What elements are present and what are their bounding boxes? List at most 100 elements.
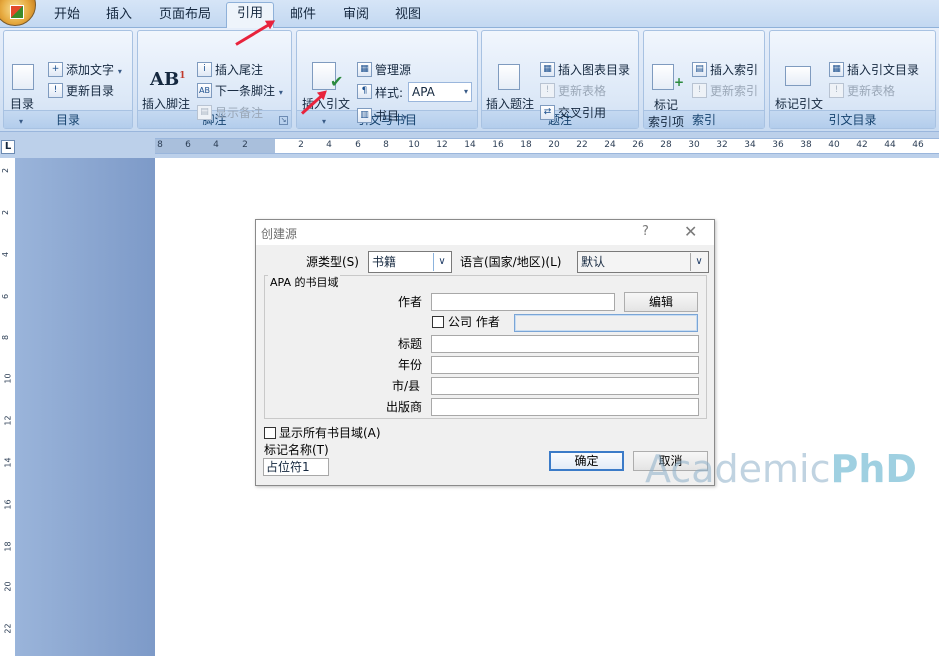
style-icon: ¶ [357,84,372,99]
ruler-tick-label: 32 [716,140,728,150]
update-toc-icon: ! [48,83,63,98]
plus-icon: + [674,75,685,89]
ruler-tick-label: 24 [604,140,616,150]
ruler-tick-label: 8 [157,140,163,150]
source-type-select[interactable]: 书籍 ∨ [368,251,452,273]
tab-page-layout[interactable]: 页面布局 [152,6,218,28]
toc-icon [12,64,34,90]
bibliography-fields-legend: APA 的书目域 [268,274,341,290]
title-input[interactable] [431,335,699,353]
year-input[interactable] [431,356,699,374]
year-label: 年份 [398,358,423,372]
create-source-dialog: 创建源 ? ✕ 源类型(S) 书籍 ∨ 语言(国家/地区)(L) 默认 ∨ AP… [255,219,715,486]
corporate-author-input[interactable] [514,314,698,332]
update-index-button[interactable]: 更新索引 [710,83,758,99]
chevron-down-icon: ∨ [690,253,707,271]
vertical-ruler[interactable]: 2 2 4 6 8 10 12 14 16 18 20 22 [0,158,16,656]
add-text-button[interactable]: 添加文字 ▾ [66,62,122,80]
insert-toa-button[interactable]: 插入引文目录 [847,62,919,78]
ruler-tick-label: 20 [548,140,560,150]
insert-index-icon: ▤ [692,62,707,77]
tab-review[interactable]: 审阅 [334,6,378,28]
show-all-fields-checkbox[interactable] [264,427,276,439]
insert-table-of-figures-button[interactable]: 插入图表目录 [558,62,630,78]
tab-view[interactable]: 视图 [386,6,430,28]
show-notes-button[interactable]: 显示备注 [215,105,263,121]
close-icon[interactable]: ✕ [684,222,697,241]
mark-citation-icon [785,66,811,86]
ruler-tick-label: 22 [576,140,588,150]
language-select[interactable]: 默认 ∨ [577,251,709,273]
ruler-tick-label: 14 [3,457,13,468]
footnote-dialog-launcher-icon[interactable]: ↘ [279,116,288,125]
insert-endnote-button[interactable]: 插入尾注 [215,62,263,78]
ruler-tick-label: 42 [856,140,868,150]
next-footnote-button[interactable]: 下一条脚注 ▾ [215,83,283,101]
ruler-tick-label: 10 [3,373,13,384]
mark-entry-button-line2[interactable]: 索引项 [648,114,684,130]
ruler-tick-label: 4 [213,140,219,150]
insert-table-of-figures-icon: ▦ [540,62,555,77]
manage-sources-button[interactable]: 管理源 [375,62,411,78]
ruler-tick-label: 18 [3,541,13,552]
group-toc-label: 目录 [4,110,132,128]
ruler-tick-label: 4 [326,140,332,150]
corporate-author-label: 公司 作者 [448,315,500,329]
corporate-author-checkbox[interactable] [432,316,444,328]
tag-name-input[interactable]: 占位符1 [263,458,329,476]
insert-footnote-button[interactable]: 插入脚注 [142,96,190,112]
insert-caption-icon [498,64,520,90]
city-label: 市/县 [392,379,421,393]
insert-caption-button[interactable]: 插入题注 [486,96,534,112]
update-table-button[interactable]: 更新表格 [558,83,606,99]
chevron-down-icon: ∨ [433,253,450,271]
tag-name-label: 标记名称(T) [264,443,329,457]
author-input[interactable] [431,293,615,311]
update-toa-icon: ! [829,83,844,98]
ruler-tick-label: 34 [744,140,756,150]
tab-mailings[interactable]: 邮件 [282,6,324,28]
update-toc-button[interactable]: 更新目录 [66,83,114,99]
ruler-tick-label: 10 [408,140,420,150]
ribbon-tab-bar: 开始 插入 页面布局 引用 邮件 审阅 视图 [0,0,939,29]
ruler-tick-label: 14 [464,140,476,150]
insert-footnote-icon: AB1 [150,69,186,90]
bibliography-button[interactable]: 书目 ▾ [375,108,407,126]
update-table-icon: ! [540,83,555,98]
chevron-down-icon: ▾ [463,87,468,96]
manage-sources-icon: ▦ [357,62,372,77]
toc-button[interactable]: 目录 [10,96,34,112]
add-text-icon: + [48,62,63,77]
insert-index-button[interactable]: 插入索引 [710,62,758,78]
ruler-tick-label: 20 [3,581,13,592]
edit-button[interactable]: 编辑 [624,292,698,312]
mark-citation-button[interactable]: 标记引文 [775,96,823,112]
help-icon[interactable]: ? [642,224,649,239]
tab-home[interactable]: 开始 [46,6,88,28]
horizontal-ruler[interactable]: 8 6 4 2 2 4 6 8 10 12 14 16 18 20 22 24 26 28 30 32 34 36 38 40… [155,138,939,154]
document-background [16,158,155,656]
ruler-tick-label: 2 [242,140,248,150]
group-toa-label: 引文目录 [770,110,935,128]
city-input[interactable] [431,377,699,395]
tab-stop-selector[interactable]: L [1,140,15,154]
ruler-tick-label: 6 [185,140,191,150]
tab-insert[interactable]: 插入 [96,6,142,28]
next-footnote-icon: AB [197,83,212,98]
citation-style-select[interactable]: APA ▾ [408,82,472,102]
publisher-input[interactable] [431,398,699,416]
title-label: 标题 [398,337,423,351]
ruler-tick-label: 8 [383,140,389,150]
mark-entry-button-line1[interactable]: 标记 [654,97,678,113]
ruler-tick-label: 6 [1,293,11,300]
update-index-icon: ! [692,83,707,98]
insert-citation-dropdown-arrow[interactable]: ▾ [322,114,326,130]
ruler-tick-label: 28 [660,140,672,150]
update-toa-button[interactable]: 更新表格 [847,83,895,99]
toc-dropdown-arrow[interactable]: ▾ [19,114,23,130]
ok-button[interactable]: 确定 [549,451,624,471]
insert-toa-icon: ▦ [829,62,844,77]
cross-reference-button[interactable]: 交叉引用 [558,105,606,121]
office-button[interactable] [0,0,36,26]
checkmark-icon: ✔ [330,72,344,91]
